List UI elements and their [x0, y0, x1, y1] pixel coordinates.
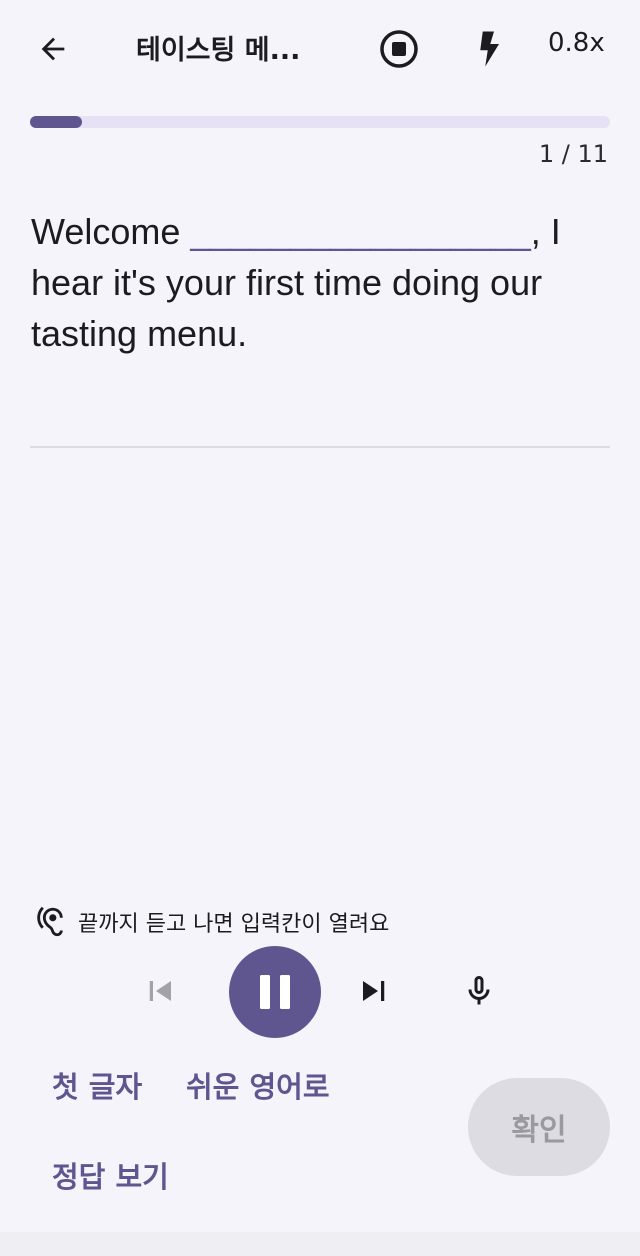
progress-counter: 1 / 11 [538, 140, 608, 168]
back-button[interactable] [26, 22, 80, 76]
bolt-icon [480, 31, 499, 67]
bottom-navigation-strip [0, 1232, 640, 1256]
skip-previous-icon [149, 981, 171, 1001]
arrow-left-icon [41, 37, 65, 61]
show-answer-button[interactable]: 정답 보기 [52, 1154, 169, 1196]
answer-blank[interactable]: _________________ [190, 211, 530, 252]
ear-icon [30, 902, 70, 942]
sentence-start: Welcome [31, 211, 191, 252]
first-letter-hint-button[interactable]: 첫 글자 [52, 1064, 142, 1106]
playback-speed-button[interactable]: 0.8x [548, 28, 628, 58]
pause-icon [260, 975, 290, 1009]
progress-bar [30, 116, 610, 128]
skip-next-icon [363, 981, 385, 1001]
confirm-button[interactable]: 확인 [468, 1078, 610, 1176]
previous-button[interactable] [136, 966, 186, 1016]
divider [30, 446, 610, 448]
pause-button[interactable] [229, 946, 321, 1038]
easy-english-hint-button[interactable]: 쉬운 영어로 [186, 1064, 330, 1106]
hint-text: 끝까지 듣고 나면 입력칸이 열려요 [78, 912, 390, 937]
stop-button[interactable] [372, 22, 426, 76]
microphone-icon [468, 976, 490, 1005]
playback-controls [0, 944, 640, 1040]
page-title: 테이스팅 메... [136, 35, 301, 66]
listening-hint: 끝까지 듣고 나면 입력칸이 열려요 [30, 902, 389, 942]
microphone-button[interactable] [454, 966, 504, 1016]
next-button[interactable] [348, 966, 398, 1016]
flash-button[interactable] [462, 22, 516, 76]
top-app-bar: 테이스팅 메... 0.8x [0, 0, 640, 96]
progress-fill [30, 116, 83, 128]
stop-circle-icon [380, 30, 418, 68]
exercise-sentence: Welcome _________________, I hear it's y… [31, 206, 609, 359]
